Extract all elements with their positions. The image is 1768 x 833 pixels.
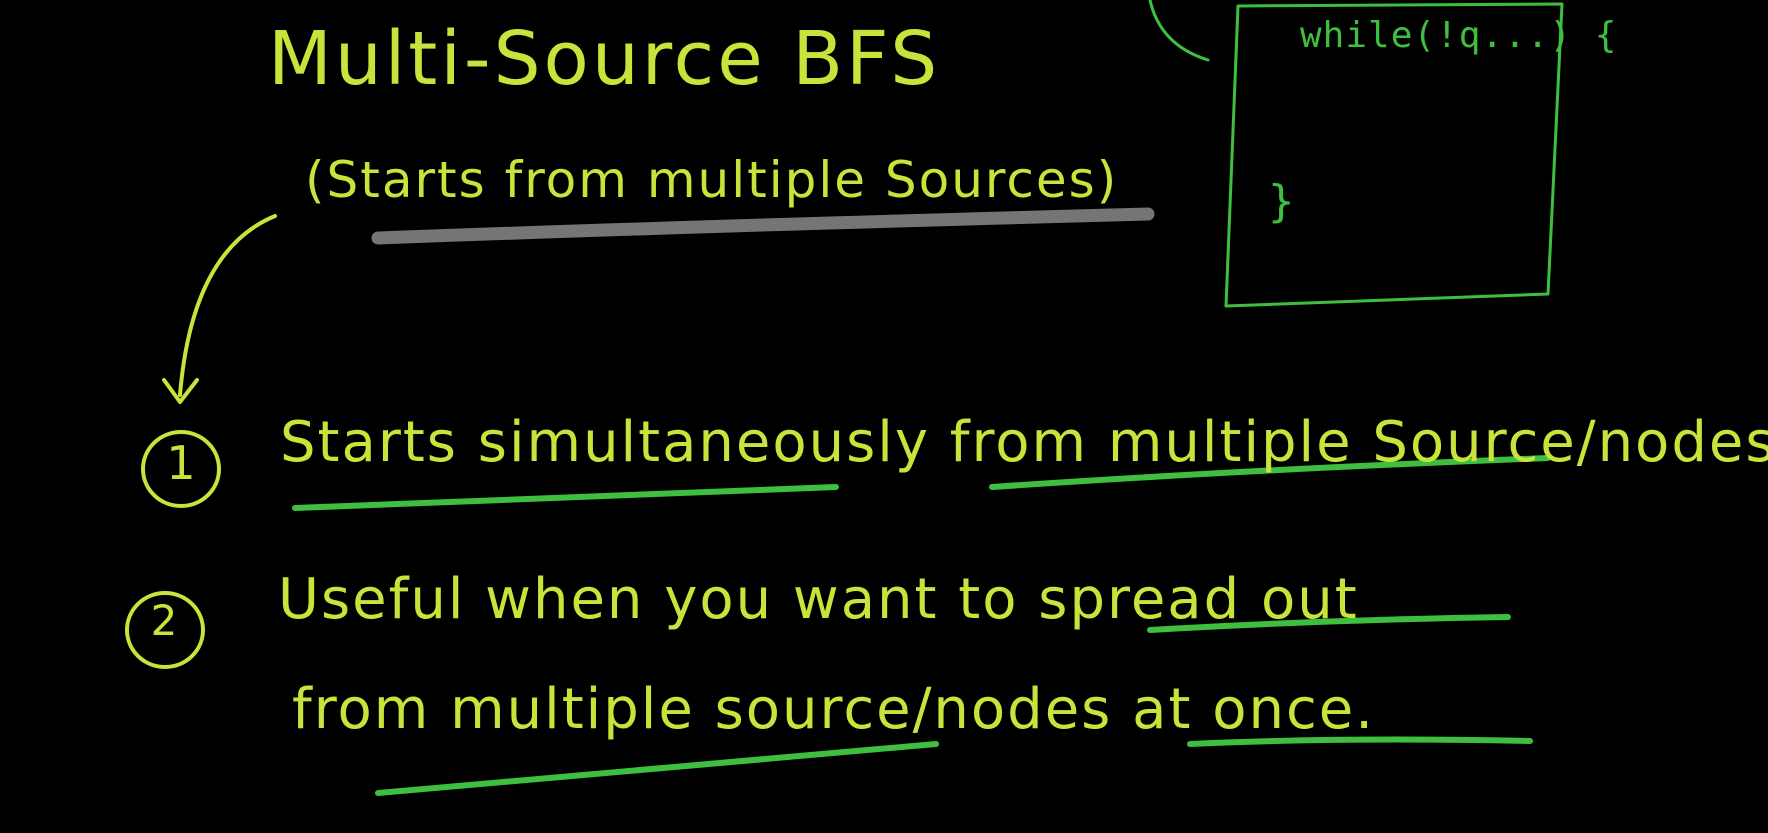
page-title: Multi-Source BFS <box>268 16 941 102</box>
code-connector-curve <box>1148 0 1210 62</box>
underline-starts-simultaneously <box>292 484 839 511</box>
point-2-text: Useful when you want to spread out <box>278 567 1359 632</box>
point-number-2: 2 <box>150 596 178 645</box>
code-line-while: while(!q...) { <box>1300 15 1618 56</box>
code-line-close-brace: } <box>1268 176 1296 227</box>
curved-arrow <box>178 214 277 397</box>
subtitle: (Starts from multiple Sources) <box>305 151 1119 209</box>
point-number-1: 1 <box>166 436 196 490</box>
point-1-text: Starts simultaneously from multiple Sour… <box>280 410 1768 475</box>
point-2-continuation: from multiple source/nodes at once. <box>292 677 1376 742</box>
underline-multiple-source-2 <box>375 741 939 796</box>
subtitle-highlight <box>371 207 1155 245</box>
whiteboard-canvas: Multi-Source BFS (Starts from multiple S… <box>0 0 1768 833</box>
